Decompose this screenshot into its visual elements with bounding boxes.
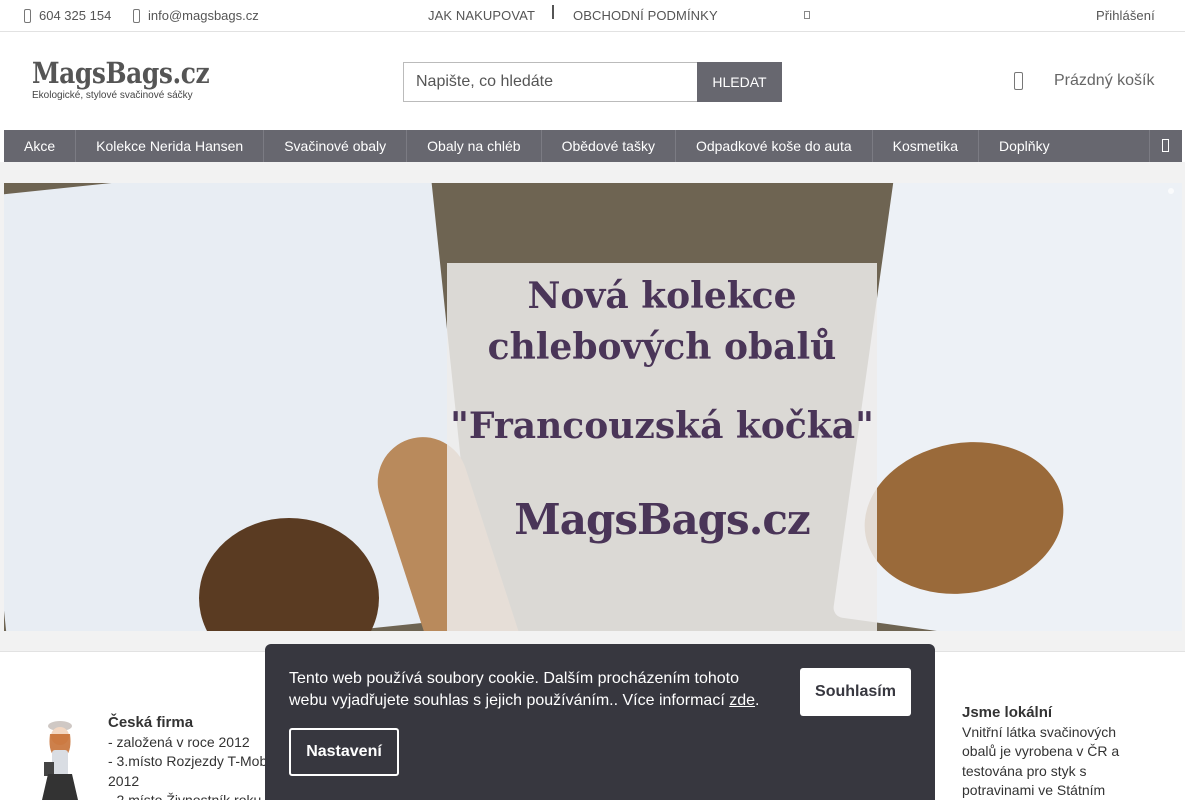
main-nav: Akce Kolekce Nerida Hansen Svačinové oba…	[4, 130, 1182, 162]
nav-item-doplnky[interactable]: Doplňky	[979, 130, 1070, 162]
cart-label[interactable]: Prázdný košík	[1054, 72, 1154, 90]
cookie-message: Tento web používá soubory cookie. Dalším…	[289, 668, 769, 712]
banner-headline: Nová kolekce chlebových obalů "Francouzs…	[447, 271, 877, 452]
cookie-agree-button[interactable]: Souhlasím	[800, 668, 911, 716]
cookie-banner: Tento web používá soubory cookie. Dalším…	[265, 644, 935, 800]
login-link[interactable]: Přihlášení	[1096, 8, 1155, 23]
phone-icon	[24, 8, 31, 23]
nav-item-odpadkove-kose[interactable]: Odpadkové koše do auta	[676, 130, 873, 162]
mail-icon	[133, 8, 140, 23]
info-local: Jsme lokální Vnitřní látka svačinových o…	[962, 703, 1152, 800]
nav-item-akce[interactable]: Akce	[4, 130, 77, 162]
info-line: Vnitřní látka svačinových obalů je vyrob…	[962, 723, 1120, 799]
banner-brand: MagsBags.cz	[514, 495, 811, 544]
headline-line: "Francouzská kočka"	[450, 405, 874, 447]
hero-banner[interactable]: Nová kolekce chlebových obalů "Francouzs…	[4, 183, 1182, 631]
nav-item-obaly-na-chleb[interactable]: Obaly na chléb	[407, 130, 542, 162]
phone-number[interactable]: 604 325 154	[39, 8, 111, 23]
chevron-right-icon	[1162, 139, 1169, 152]
slide-indicator[interactable]	[1168, 188, 1174, 194]
chevron-down-icon[interactable]	[804, 11, 810, 19]
search-button[interactable]: HLEDAT	[697, 62, 782, 102]
logo-name: MagsBags.cz	[32, 56, 210, 90]
email-contact[interactable]: info@magsbags.cz	[133, 8, 259, 23]
cookie-settings-button[interactable]: Nastavení	[289, 728, 399, 776]
link-how-to-buy[interactable]: JAK NAKUPOVAT	[428, 8, 535, 23]
cookie-more-link[interactable]: zde	[729, 692, 755, 709]
info-title: Jsme lokální	[962, 704, 1053, 721]
mascot-image	[42, 721, 78, 800]
site-logo[interactable]: MagsBags.cz Ekologické, stylové svačinov…	[32, 56, 210, 104]
divider	[552, 5, 554, 19]
search-input[interactable]	[403, 62, 697, 102]
cart[interactable]: Prázdný košík	[1014, 72, 1154, 90]
top-bar: 604 325 154 info@magsbags.cz JAK NAKUPOV…	[0, 0, 1185, 32]
period: .	[755, 692, 760, 709]
cookie-text: Tento web používá soubory cookie. Dalším…	[289, 670, 740, 709]
search-form: HLEDAT	[403, 62, 782, 102]
nav-item-nerida-hansen[interactable]: Kolekce Nerida Hansen	[76, 130, 265, 162]
nav-item-svacinove-obaly[interactable]: Svačinové obaly	[264, 130, 408, 162]
headline-line: chlebových obalů	[487, 326, 837, 368]
email-address[interactable]: info@magsbags.cz	[148, 8, 259, 23]
cart-icon[interactable]	[1014, 72, 1023, 90]
logo-tagline: Ekologické, stylové svačinové sáčky	[32, 90, 193, 101]
nav-item-kosmetika[interactable]: Kosmetika	[873, 130, 979, 162]
nav-more-button[interactable]	[1149, 130, 1182, 162]
link-terms[interactable]: OBCHODNÍ PODMÍNKY	[573, 8, 718, 23]
nav-item-obedove-tasky[interactable]: Obědové tašky	[542, 130, 676, 162]
phone-contact[interactable]: 604 325 154	[24, 8, 111, 23]
headline-line: Nová kolekce	[527, 275, 797, 317]
